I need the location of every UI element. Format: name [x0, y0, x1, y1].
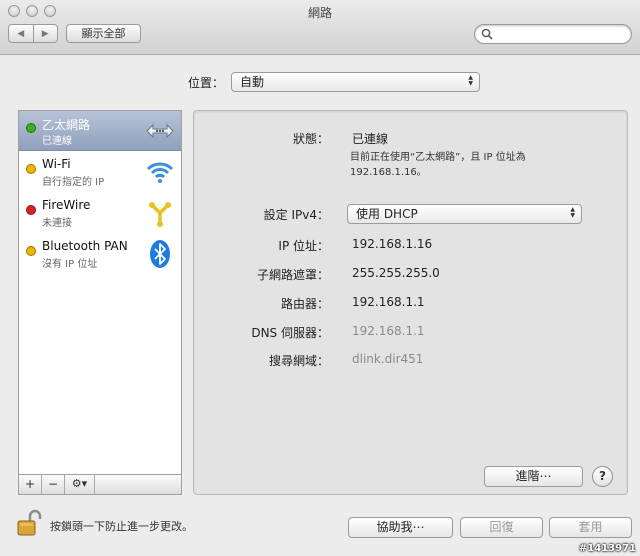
- advanced-button[interactable]: 進階⋯: [484, 466, 583, 487]
- bluetooth-icon: [150, 240, 170, 268]
- status-dot: [26, 164, 36, 174]
- location-select[interactable]: 自動 ▲ ▼: [231, 72, 480, 92]
- ipv4-config-select[interactable]: 使用 DHCP ▲ ▼: [347, 204, 582, 224]
- service-list-toolbar: + − ⚙▾: [18, 475, 182, 495]
- add-service-button[interactable]: +: [19, 475, 42, 494]
- chevron-updown-icon: ▲ ▼: [570, 206, 575, 219]
- status-dot: [26, 123, 36, 133]
- window-title: 網路: [307, 6, 332, 20]
- service-status: 自行指定的 IP: [42, 177, 105, 188]
- watermark: #1413971: [578, 543, 636, 554]
- chevron-updown-icon: ▲ ▼: [468, 74, 473, 87]
- ethernet-icon: [146, 123, 174, 139]
- service-name: Wi-Fi: [42, 157, 71, 171]
- back-forward-group: ◀ ▶: [8, 24, 58, 43]
- forward-button[interactable]: ▶: [32, 25, 58, 42]
- dns-server-label: DNS 伺服器：: [251, 326, 329, 340]
- search-input[interactable]: [474, 24, 632, 44]
- status-dot: [26, 246, 36, 256]
- service-status: 未連接: [42, 218, 72, 229]
- window-toolbar: 網路 ◀ ▶ 顯示全部: [0, 0, 640, 55]
- firewire-icon: [149, 202, 171, 227]
- show-all-button[interactable]: 顯示全部: [66, 24, 141, 43]
- router-label: 路由器：: [280, 297, 329, 311]
- location-label: 位置：: [188, 76, 225, 90]
- router-value: 192.168.1.1: [352, 295, 425, 309]
- status-label: 狀態：: [292, 132, 329, 146]
- subnet-mask-value: 255.255.255.0: [352, 266, 440, 280]
- detail-pane: 狀態： 已連線 目前正在使用“乙太網路”，且 IP 位址為 192.168.1.…: [193, 110, 628, 495]
- service-item-ethernet[interactable]: 乙太網路 已連線: [19, 111, 181, 151]
- action-menu-button[interactable]: ⚙▾: [65, 475, 95, 494]
- assist-me-button[interactable]: 協助我⋯: [348, 517, 453, 538]
- wifi-icon: [146, 162, 174, 183]
- service-status: 沒有 IP 位址: [42, 259, 98, 270]
- search-icon: [481, 28, 493, 40]
- status-note: 目前正在使用“乙太網路”，且 IP 位址為 192.168.1.16。: [350, 150, 570, 180]
- service-item-firewire[interactable]: FireWire 未連接: [19, 193, 181, 233]
- search-domain-value: dlink.dir451: [352, 352, 424, 366]
- location-value: 自動: [240, 75, 265, 89]
- remove-service-button[interactable]: −: [42, 475, 65, 494]
- revert-button[interactable]: 回復: [460, 517, 543, 538]
- status-value: 已連線: [352, 132, 389, 146]
- ipv4-config-label: 設定 IPv4：: [263, 208, 329, 222]
- service-list: 乙太網路 已連線 Wi-Fi 自行指定的 IP FireWire 未連接 Blu…: [18, 110, 182, 475]
- apply-button[interactable]: 套用: [549, 517, 632, 538]
- help-button[interactable]: ?: [592, 466, 613, 487]
- service-name: Bluetooth PAN: [42, 239, 128, 253]
- service-status: 已連線: [42, 136, 72, 147]
- service-name: FireWire: [42, 198, 91, 212]
- ip-address-label: IP 位址：: [278, 239, 329, 253]
- service-name: 乙太網路: [42, 118, 91, 132]
- lock-message: 按鎖頭一下防止進一步更改。: [50, 520, 193, 533]
- status-note-line: 目前正在使用“乙太網路”，且 IP 位址為: [350, 152, 526, 163]
- status-dot: [26, 205, 36, 215]
- lock-icon[interactable]: [16, 509, 44, 537]
- service-item-bluetooth-pan[interactable]: Bluetooth PAN 沒有 IP 位址: [19, 234, 181, 274]
- search-domain-label: 搜尋網域：: [268, 354, 329, 368]
- ipv4-config-value: 使用 DHCP: [356, 207, 418, 221]
- dns-server-value: 192.168.1.1: [352, 324, 425, 338]
- status-note-line: 192.168.1.16。: [350, 167, 427, 178]
- ip-address-value: 192.168.1.16: [352, 237, 433, 251]
- back-button[interactable]: ◀: [9, 25, 33, 42]
- subnet-mask-label: 子網路遮罩：: [256, 268, 329, 282]
- service-item-wifi[interactable]: Wi-Fi 自行指定的 IP: [19, 152, 181, 192]
